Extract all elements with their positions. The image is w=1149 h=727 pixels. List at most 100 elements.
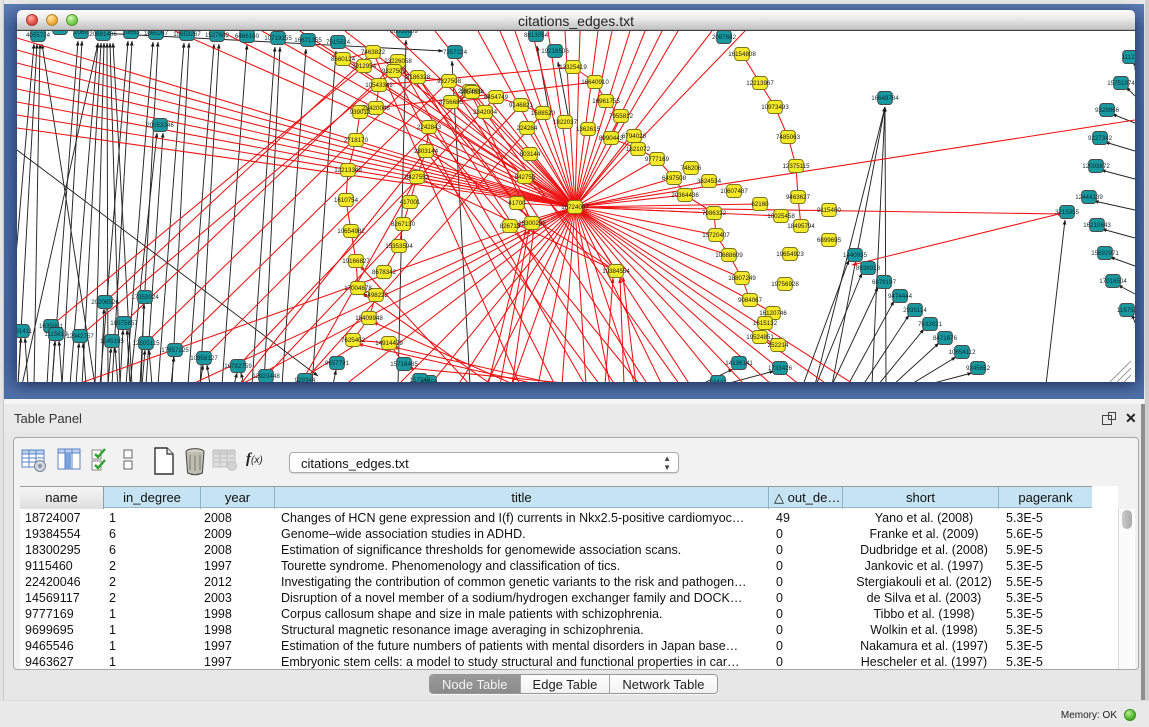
svg-text:12942757: 12942757 [66, 333, 94, 340]
svg-text:2342004: 2342004 [473, 109, 498, 116]
svg-text:252214: 252214 [768, 342, 789, 349]
svg-text:1621072: 1621072 [626, 146, 651, 153]
svg-text:10654982: 10654982 [337, 228, 365, 235]
svg-text:12505115: 12505115 [132, 340, 160, 347]
svg-text:1145195: 1145195 [100, 338, 124, 345]
svg-text:7485063: 7485063 [776, 134, 801, 141]
svg-text:8660124: 8660124 [331, 56, 356, 63]
svg-text:10: 10 [57, 31, 64, 32]
svg-text:14914479: 14914479 [375, 340, 403, 347]
svg-text:417001: 417001 [400, 199, 421, 206]
svg-text:391411: 391411 [17, 328, 33, 335]
svg-text:9329966: 9329966 [1095, 107, 1120, 114]
svg-text:826713: 826713 [500, 223, 521, 230]
svg-text:3912954: 3912954 [352, 63, 377, 70]
svg-text:62160: 62160 [751, 201, 769, 208]
svg-text:16120746: 16120746 [759, 310, 787, 317]
svg-text:1635001: 1635001 [39, 323, 64, 330]
svg-text:4055724: 4055724 [26, 32, 51, 39]
svg-text:8186328: 8186328 [406, 74, 431, 81]
svg-text:9146821: 9146821 [509, 102, 534, 109]
svg-text:20206526: 20206526 [91, 299, 119, 306]
svg-text:12923448: 12923448 [252, 373, 280, 380]
svg-text:12213967: 12213967 [746, 80, 774, 87]
svg-text:9084067: 9084067 [738, 297, 763, 304]
svg-text:18724007: 18724007 [561, 204, 589, 211]
svg-text:2242843: 2242843 [417, 124, 442, 131]
svg-text:1610754: 1610754 [334, 197, 359, 204]
svg-text:8454749: 8454749 [484, 94, 509, 101]
svg-text:18300295: 18300295 [518, 220, 546, 227]
svg-text:8756685: 8756685 [439, 99, 464, 106]
svg-text:16033809: 16033809 [390, 31, 418, 35]
svg-text:6794028: 6794028 [622, 133, 647, 140]
svg-text:1615132: 1615132 [753, 320, 778, 327]
svg-text:2069: 2069 [74, 31, 88, 36]
svg-text:2935114: 2935114 [903, 307, 927, 314]
svg-text:10688609: 10688609 [715, 252, 743, 259]
svg-text:1733426: 1733426 [768, 365, 793, 372]
svg-text:3624534: 3624534 [697, 178, 722, 185]
svg-text:1054334: 1054334 [460, 89, 485, 96]
svg-text:8471676: 8471676 [933, 335, 958, 342]
svg-text:9777169: 9777169 [645, 156, 670, 163]
svg-text:15692971: 15692971 [1091, 250, 1119, 257]
svg-text:10973493: 10973493 [761, 104, 789, 111]
svg-text:18807249: 18807249 [728, 275, 756, 282]
svg-text:9474444: 9474444 [888, 293, 913, 300]
svg-text:16640910: 16640910 [581, 79, 609, 86]
svg-text:19384554: 19384554 [602, 268, 630, 275]
svg-text:9327503: 9327503 [382, 68, 407, 75]
svg-text:10607487: 10607487 [720, 188, 748, 195]
svg-text:12093872: 12093872 [1082, 163, 1110, 170]
svg-text:16210643: 16210643 [1083, 222, 1111, 229]
svg-text:18495794: 18495794 [787, 223, 815, 230]
svg-text:2087682: 2087682 [712, 34, 737, 41]
svg-text:929344: 929344 [295, 377, 316, 382]
svg-text:12444139: 12444139 [1075, 194, 1103, 201]
svg-text:15409948: 15409948 [355, 315, 383, 322]
svg-text:17004678: 17004678 [344, 285, 372, 292]
svg-text:17016504: 17016504 [1099, 278, 1127, 285]
svg-text:7515524: 7515524 [326, 39, 351, 46]
svg-text:15720407: 15720407 [702, 232, 730, 239]
svg-text:20691406: 20691406 [89, 31, 117, 38]
svg-text:10653: 10653 [122, 31, 140, 36]
svg-text:16782759: 16782759 [224, 363, 252, 370]
svg-text:9463627: 9463627 [786, 194, 811, 201]
svg-text:10025458: 10025458 [767, 213, 795, 220]
svg-text:7955812: 7955812 [609, 113, 634, 120]
svg-text:20364436: 20364436 [671, 192, 699, 199]
svg-text:10958127: 10958127 [190, 355, 218, 362]
svg-text:16961755: 16961755 [592, 98, 620, 105]
svg-text:13325419: 13325419 [559, 64, 587, 71]
svg-text:11120: 11120 [1122, 54, 1135, 61]
svg-text:116753: 116753 [1117, 307, 1135, 314]
svg-text:1115619: 1115619 [44, 331, 68, 338]
svg-text:23226058: 23226058 [384, 58, 412, 65]
svg-text:15716485: 15716485 [390, 361, 418, 368]
svg-text:1065267: 1065267 [144, 31, 169, 37]
svg-text:10975857: 10975857 [110, 320, 138, 327]
svg-text:8938918: 8938918 [856, 265, 881, 272]
svg-text:19218506: 19218506 [541, 48, 569, 55]
svg-text:8678342: 8678342 [372, 269, 397, 276]
svg-text:1362615: 1362615 [576, 126, 601, 133]
svg-text:14136141: 14136141 [725, 360, 753, 367]
svg-text:19756928: 19756928 [771, 281, 799, 288]
svg-text:15751074: 15751074 [1107, 80, 1135, 87]
svg-text:12213349: 12213349 [334, 167, 362, 174]
svg-text:5498222: 5498222 [364, 292, 389, 299]
svg-text:41700: 41700 [508, 200, 526, 207]
svg-text:10543342: 10543342 [365, 82, 393, 89]
svg-text:2803144: 2803144 [414, 148, 439, 155]
svg-text:10719155: 10719155 [264, 35, 292, 42]
svg-text:10654112: 10654112 [948, 349, 976, 356]
svg-text:6899695: 6899695 [817, 237, 842, 244]
svg-text:2718170: 2718170 [344, 137, 369, 144]
svg-text:17957225: 17957225 [161, 347, 189, 354]
svg-text:6466160: 6466160 [235, 33, 260, 40]
svg-text:8813054: 8813054 [524, 32, 549, 39]
svg-text:8267130: 8267130 [391, 221, 416, 228]
svg-text:16648784: 16648784 [871, 95, 899, 102]
